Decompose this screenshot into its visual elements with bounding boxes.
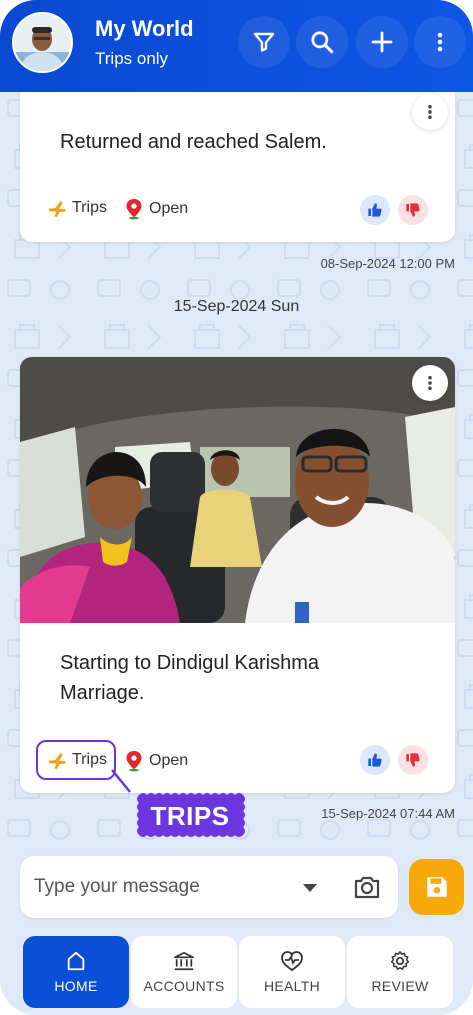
airplane-icon xyxy=(48,753,67,770)
nav-label: REVIEW xyxy=(371,978,429,994)
app-screen: My World Trips only Returned and reached… xyxy=(0,0,473,1015)
thumbs-up-icon xyxy=(368,753,382,767)
nav-health[interactable]: HEALTH xyxy=(239,936,345,1008)
status-label: Open xyxy=(149,200,189,217)
post-text: Starting to Dindigul Karishma Marriage. xyxy=(60,652,320,704)
search-button[interactable] xyxy=(296,16,348,68)
post-photo[interactable] xyxy=(20,357,455,623)
thumbs-down-icon xyxy=(406,203,420,217)
more-button[interactable] xyxy=(414,16,466,68)
filter-button[interactable] xyxy=(238,16,290,68)
dropdown-arrow-icon[interactable] xyxy=(302,883,318,893)
heart-pulse-icon xyxy=(281,951,303,972)
post-menu-button[interactable] xyxy=(412,94,448,130)
airplane-icon xyxy=(48,201,67,218)
like-button[interactable] xyxy=(360,195,390,225)
nav-accounts[interactable]: ACCOUNTS xyxy=(131,936,237,1008)
post-card: Starting to Dindigul Karishma Marriage. … xyxy=(20,357,455,793)
post-text: Returned and reached Salem. xyxy=(60,131,327,153)
nav-label: HOME xyxy=(54,978,98,994)
more-vertical-icon xyxy=(428,104,432,120)
nav-review[interactable]: REVIEW xyxy=(347,936,453,1008)
post-menu-button[interactable] xyxy=(412,365,448,401)
map-pin-icon xyxy=(126,199,142,220)
save-button[interactable] xyxy=(409,859,464,915)
thumbs-down-icon xyxy=(406,753,420,767)
dislike-button[interactable] xyxy=(398,745,428,775)
like-button[interactable] xyxy=(360,745,390,775)
app-title: My World xyxy=(95,16,194,41)
avatar[interactable] xyxy=(12,12,73,73)
message-input[interactable] xyxy=(34,872,284,902)
category-label: Trips xyxy=(72,199,107,216)
nav-label: HEALTH xyxy=(264,978,320,994)
thumbs-up-icon xyxy=(368,203,382,217)
bottom-panel: HOME ACCOUNTS HEALTH REVIEW xyxy=(0,845,473,1015)
more-vertical-icon xyxy=(428,375,432,391)
message-composer xyxy=(20,856,398,918)
save-icon xyxy=(426,877,447,897)
home-icon xyxy=(67,951,85,971)
category-tag[interactable]: Trips xyxy=(47,750,107,770)
status-tag[interactable]: Open xyxy=(124,198,188,220)
search-icon xyxy=(311,31,334,54)
status-tag[interactable]: Open xyxy=(124,750,188,772)
plus-icon xyxy=(371,31,393,53)
nav-home[interactable]: HOME xyxy=(23,936,129,1008)
dislike-button[interactable] xyxy=(398,195,428,225)
add-button[interactable] xyxy=(356,16,408,68)
category-tag[interactable]: Trips xyxy=(47,198,107,218)
gear-icon xyxy=(390,951,410,970)
more-vertical-icon xyxy=(437,32,443,52)
nav-label: ACCOUNTS xyxy=(143,978,225,994)
status-label: Open xyxy=(149,752,189,769)
trips-callout: TRIPS xyxy=(133,791,247,841)
callout-label: TRIPS xyxy=(150,800,230,831)
camera-icon[interactable] xyxy=(353,874,381,900)
app-header: My World Trips only xyxy=(0,0,473,92)
post-card: Returned and reached Salem. Trips Open xyxy=(20,92,455,242)
post-timestamp: 08-Sep-2024 12:00 PM xyxy=(320,256,455,271)
bank-icon xyxy=(174,951,194,971)
app-subtitle: Trips only xyxy=(95,49,169,68)
post-timestamp: 15-Sep-2024 07:44 AM xyxy=(321,806,455,821)
date-separator: 15-Sep-2024 Sun xyxy=(173,298,300,315)
category-label: Trips xyxy=(72,751,107,768)
filter-icon xyxy=(253,32,275,52)
map-pin-icon xyxy=(126,751,142,772)
